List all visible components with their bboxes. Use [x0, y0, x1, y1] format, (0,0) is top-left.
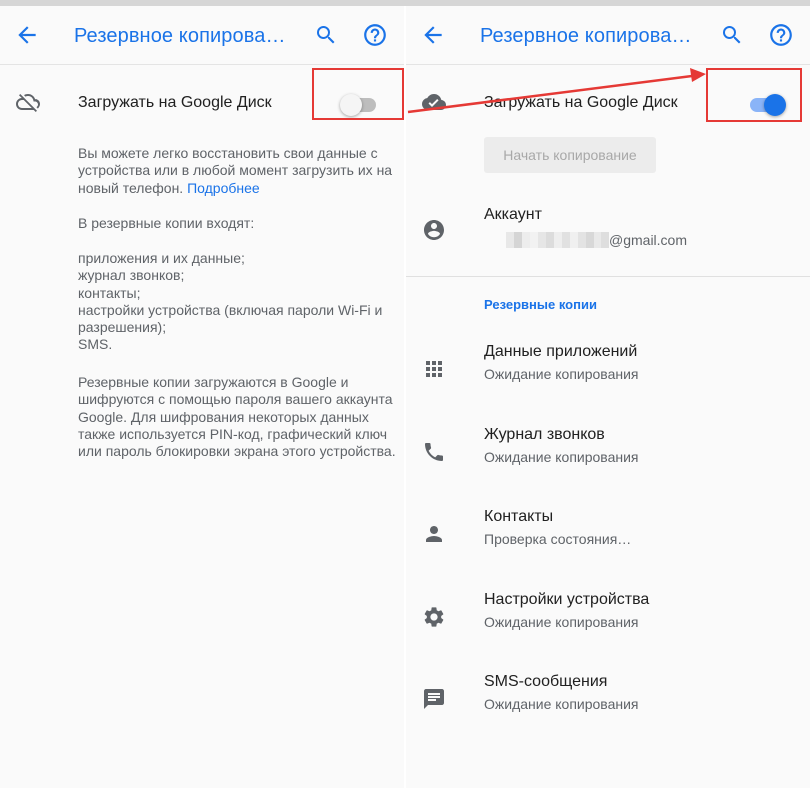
item-status: Ожидание копирования	[484, 366, 639, 382]
redacted-block	[562, 232, 570, 248]
more-link[interactable]: Подробнее	[187, 180, 260, 196]
apps-grid-icon	[426, 361, 442, 377]
list-item: контакты;	[78, 284, 141, 301]
redacted-block	[554, 232, 562, 248]
backup-item-device-settings[interactable]: Настройки устройства Ожидание копировани…	[406, 591, 810, 651]
backup-item-sms[interactable]: SMS-сообщения Ожидание копирования	[406, 673, 810, 733]
cloud-off-icon	[16, 94, 40, 112]
account-title[interactable]: Аккаунт	[484, 206, 542, 224]
search-icon[interactable]	[314, 23, 338, 47]
arrow-back-icon[interactable]	[420, 22, 446, 48]
redacted-block	[506, 232, 514, 248]
includes-list: приложения и их данные; журнал звонков; …	[78, 250, 398, 354]
backup-toggle-label: Загружать на Google Диск	[78, 94, 272, 111]
email-suffix: @gmail.com	[609, 232, 688, 248]
highlight-box-switch-on	[706, 68, 802, 122]
backup-description: Вы можете легко восстановить свои данные…	[78, 145, 398, 197]
item-title: Журнал звонков	[484, 426, 605, 443]
section-header: Резервные копии	[484, 297, 597, 312]
left-screen: Резервное копирова… Загружать на Google …	[0, 6, 404, 788]
highlight-box-switch-off	[312, 68, 404, 120]
redacted-block	[530, 232, 538, 248]
arrow-back-icon[interactable]	[14, 22, 40, 48]
redacted-block	[522, 232, 530, 248]
list-item: SMS.	[78, 336, 113, 353]
right-screen: Резервное копирова… Загружать на Google …	[406, 6, 810, 788]
list-item: настройки устройства (включая пароли Wi-…	[78, 301, 383, 336]
help-circle-icon[interactable]	[362, 22, 388, 48]
item-title: Контакты	[484, 508, 554, 525]
start-backup-button[interactable]: Начать копирование	[484, 137, 656, 173]
backup-item-app-data[interactable]: Данные приложений Ожидание копирования	[406, 343, 810, 403]
redacted-block	[514, 232, 522, 248]
redacted-block	[570, 232, 578, 248]
encryption-description: Резервные копии загружаются в Google и ш…	[78, 374, 396, 460]
item-status: Ожидание копирования	[484, 449, 639, 465]
redacted-block	[578, 232, 586, 248]
item-title: Настройки устройства	[484, 591, 650, 608]
redacted-block	[586, 232, 594, 248]
list-item: журнал звонков;	[78, 267, 185, 284]
section-divider	[406, 276, 810, 277]
redacted-block	[538, 232, 546, 248]
item-status: Ожидание копирования	[484, 696, 639, 712]
account-circle-icon	[424, 220, 444, 240]
item-status: Проверка состояния…	[484, 531, 632, 547]
message-icon	[424, 689, 444, 709]
item-title: SMS-сообщения	[484, 673, 608, 690]
item-status: Ожидание копирования	[484, 614, 639, 630]
list-item: приложения и их данные;	[78, 250, 245, 266]
item-title: Данные приложений	[484, 343, 638, 360]
redacted-block	[601, 232, 609, 248]
account-email: @gmail.com	[484, 230, 784, 250]
phone-icon	[425, 443, 443, 461]
redacted-block	[546, 232, 554, 248]
app-bar: Резервное копирова…	[0, 6, 404, 65]
includes-intro: В резервные копии входят:	[78, 215, 255, 231]
backup-item-call-log[interactable]: Журнал звонков Ожидание копирования	[406, 426, 810, 486]
page-title: Резервное копирова…	[480, 25, 692, 47]
search-icon[interactable]	[720, 23, 744, 47]
help-circle-icon[interactable]	[768, 22, 794, 48]
app-bar: Резервное копирова…	[406, 6, 810, 65]
backup-item-contacts[interactable]: Контакты Проверка состояния…	[406, 508, 810, 568]
person-icon	[426, 526, 442, 542]
cloud-done-icon	[422, 94, 446, 110]
page-title: Резервное копирова…	[74, 25, 286, 47]
backup-toggle-label: Загружать на Google Диск	[484, 94, 678, 111]
gear-icon	[424, 607, 444, 627]
